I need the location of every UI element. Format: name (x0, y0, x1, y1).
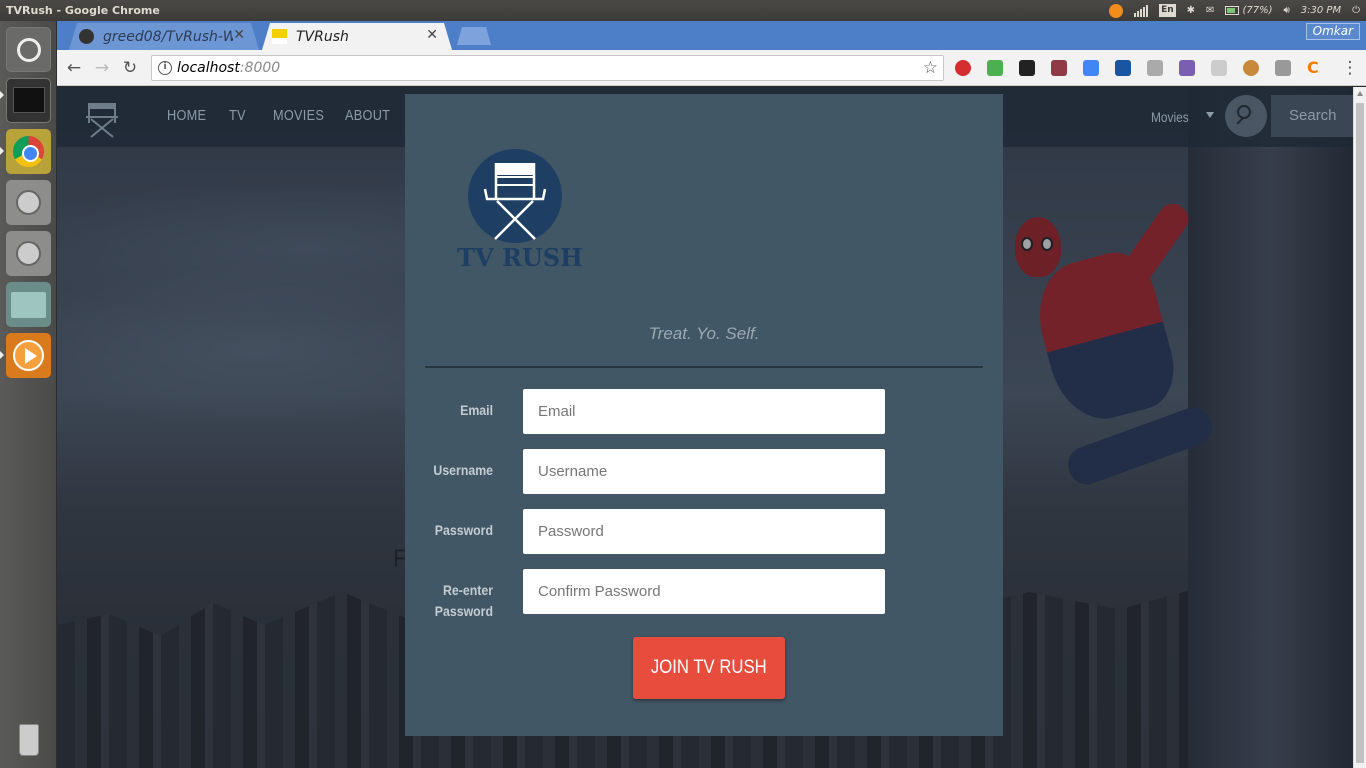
battery-indicator[interactable]: (77%) (1225, 5, 1272, 16)
tab-tvrush[interactable]: TVRush ✕ (262, 23, 452, 50)
bookmark-star-icon[interactable]: ☆ (923, 58, 938, 78)
analytics-extension-icon[interactable] (1115, 60, 1131, 76)
brand-name: TV RUSH (457, 243, 583, 269)
username-label: Username (433, 462, 493, 478)
chrome-menu-icon[interactable]: ⋮ (1339, 57, 1361, 79)
search-icon (1237, 105, 1251, 119)
scroll-up-arrow-icon[interactable] (1357, 91, 1363, 96)
bluetooth-icon[interactable]: ✱ (1187, 5, 1195, 16)
disk-launcher-icon[interactable] (6, 180, 51, 225)
cookie-extension-icon[interactable] (1243, 60, 1259, 76)
tagline: Treat. Yo. Self. (648, 324, 760, 343)
battery-percent: (77%) (1242, 5, 1273, 16)
username-field[interactable] (523, 449, 885, 494)
nav-home[interactable]: HOME (167, 107, 206, 124)
running-indicator (0, 91, 4, 99)
confirm-password-field[interactable] (523, 569, 885, 614)
download-extension-icon[interactable] (987, 60, 1003, 76)
power-icon[interactable]: ⏻ (1352, 5, 1360, 16)
tab-title: greed08/TvRush-We (103, 28, 233, 45)
files-launcher-icon[interactable] (6, 282, 51, 327)
eyedropper-extension-icon[interactable] (1179, 60, 1195, 76)
page-scrollbar[interactable] (1353, 87, 1366, 768)
vlc-tray-icon[interactable] (1109, 3, 1124, 18)
tvrush-favicon-icon (272, 29, 287, 44)
trash-icon[interactable] (6, 718, 51, 763)
reenter-password-label-line1: Re-enter (443, 582, 493, 598)
github-favicon-icon (79, 29, 94, 44)
address-bar[interactable]: i localhost:8000 ☆ (151, 55, 944, 81)
scrollbar-thumb[interactable] (1356, 103, 1364, 763)
adblock-extension-icon[interactable] (955, 60, 971, 76)
director-chair-logo-icon[interactable] (83, 97, 121, 139)
url-host: localhost (177, 60, 240, 76)
extension-icon[interactable]: C (1307, 60, 1323, 76)
terminal-launcher-icon[interactable] (6, 78, 51, 123)
keyboard-language-indicator[interactable]: En (1159, 4, 1176, 17)
signup-modal: TV RUSH Treat. Yo. Self. Email Username … (405, 94, 1003, 736)
vlc-launcher-icon[interactable] (6, 333, 51, 378)
extension-icon[interactable] (1147, 60, 1163, 76)
system-indicators: En ✱ ✉ (77%) 🔊︎ 3:30 PM ⏻ (1109, 0, 1360, 21)
ubuntu-dash-icon[interactable] (6, 27, 51, 72)
page-viewport: F HOME TV MOVIES ABOUT Movies Search TV … (57, 87, 1353, 768)
category-select[interactable]: Movies (1151, 109, 1189, 125)
tab-title: TVRush (296, 28, 349, 45)
nav-tv[interactable]: TV (229, 107, 246, 124)
back-arrow-icon[interactable]: ← (63, 57, 85, 79)
browser-tab-strip: greed08/TvRush-We ✕ TVRush ✕ Omkar (57, 21, 1366, 50)
search-button[interactable] (1225, 95, 1267, 137)
running-indicator (0, 351, 4, 359)
system-top-panel: TVRush - Google Chrome En ✱ ✉ (77%) 🔊︎ 3… (0, 0, 1366, 21)
network-icon[interactable] (1134, 4, 1149, 17)
chevron-down-icon[interactable] (1206, 112, 1214, 118)
reload-icon[interactable]: ↻ (119, 57, 141, 79)
nav-about[interactable]: ABOUT (345, 107, 390, 124)
close-tab-icon[interactable]: ✕ (426, 27, 438, 43)
url-text[interactable]: localhost:8000 (177, 60, 280, 76)
extension-icon[interactable] (1019, 60, 1035, 76)
mobile-extension-icon[interactable] (1211, 60, 1227, 76)
window-title: TVRush - Google Chrome (6, 4, 160, 17)
extension-icon[interactable] (1051, 60, 1067, 76)
search-input[interactable]: Search (1271, 95, 1353, 137)
disk-launcher-icon[interactable] (6, 231, 51, 276)
tab-github[interactable]: greed08/TvRush-We ✕ (69, 23, 259, 50)
battery-icon (1225, 6, 1240, 15)
join-button-label: JOIN TV RUSH (651, 657, 767, 678)
forward-arrow-icon[interactable]: → (91, 57, 113, 79)
close-tab-icon[interactable]: ✕ (233, 27, 245, 43)
browser-toolbar: ← → ↻ i localhost:8000 ☆ C ⋮ (57, 50, 1366, 86)
unity-launcher (0, 21, 57, 768)
email-field[interactable] (523, 389, 885, 434)
extension-icon[interactable] (1275, 60, 1291, 76)
running-indicator (0, 147, 4, 155)
nav-movies[interactable]: MOVIES (273, 107, 324, 124)
password-field[interactable] (523, 509, 885, 554)
join-button[interactable]: JOIN TV RUSH (633, 637, 785, 699)
reenter-password-label-line2: Password (434, 603, 493, 619)
divider (425, 366, 983, 368)
password-label: Password (434, 522, 493, 538)
email-label: Email (460, 402, 493, 418)
mail-icon[interactable]: ✉ (1206, 5, 1214, 16)
url-port: :8000 (239, 60, 281, 76)
site-info-icon[interactable]: i (158, 61, 172, 75)
chrome-launcher-icon[interactable] (6, 129, 51, 174)
volume-icon[interactable]: 🔊︎ (1283, 5, 1289, 16)
profile-button[interactable]: Omkar (1305, 23, 1360, 40)
tv-rush-logo: TV RUSH (457, 149, 583, 269)
clock[interactable]: 3:30 PM (1301, 5, 1341, 16)
translate-extension-icon[interactable] (1083, 60, 1099, 76)
new-tab-button[interactable] (457, 27, 491, 45)
